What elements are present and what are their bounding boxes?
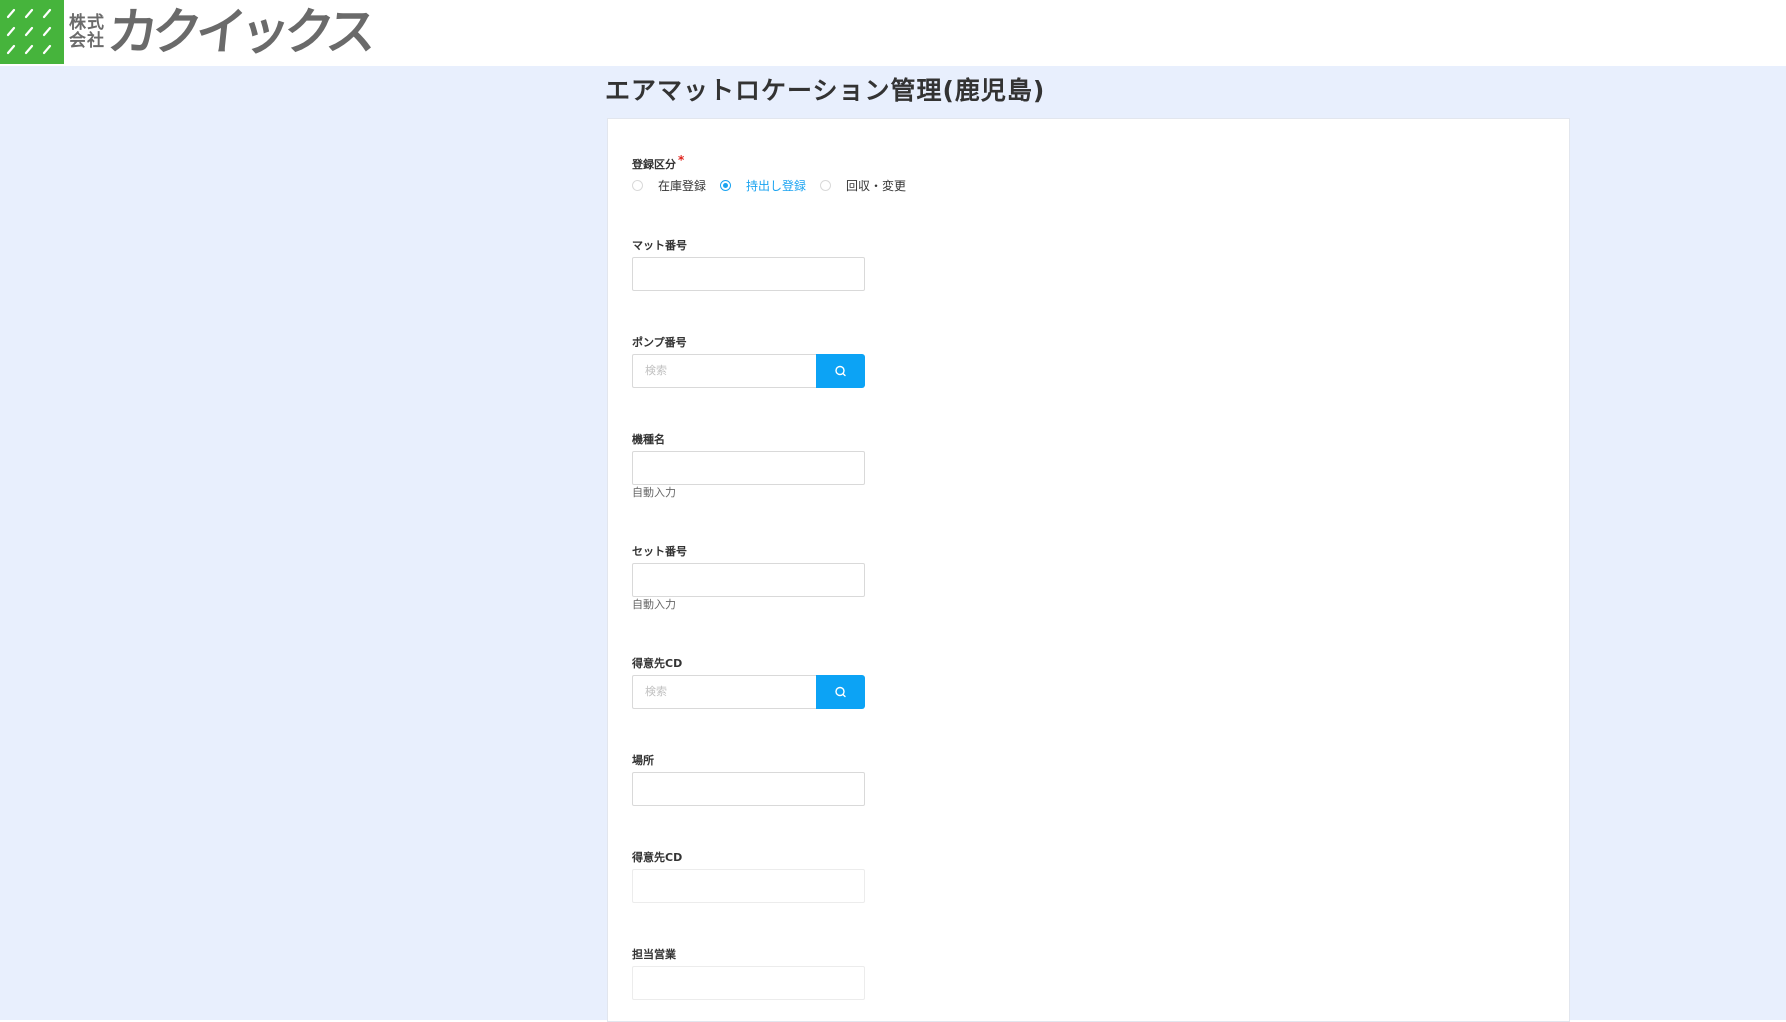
- customer-cd-search: 検索: [632, 675, 865, 709]
- logo-company-type: 株式 会社: [69, 14, 105, 50]
- radio-label: 持出し登録: [746, 178, 807, 193]
- pump-number-search-button[interactable]: [816, 354, 865, 388]
- search-icon: [835, 365, 846, 377]
- set-number-help: 自動入力: [632, 598, 676, 611]
- radio-button[interactable]: [820, 179, 832, 191]
- registration-type-label: 登録区分 *: [632, 153, 685, 172]
- radio-button[interactable]: [632, 179, 643, 191]
- registration-type-label-text: 登録区分: [632, 158, 676, 171]
- radio-label: 在庫登録: [658, 178, 707, 193]
- required-mark: *: [678, 153, 685, 167]
- radio-button-checked[interactable]: [720, 179, 732, 191]
- pump-number-search: 検索: [632, 354, 865, 388]
- customer-cd-2-label: 得意先CD: [632, 851, 683, 864]
- set-number-input[interactable]: [632, 563, 865, 597]
- logo-small-line2: 会社: [69, 31, 105, 51]
- logo-mark-icon: [0, 0, 64, 64]
- mat-number-input[interactable]: [632, 257, 865, 291]
- model-name-help: 自動入力: [632, 486, 676, 499]
- logo-text: カクイックス: [104, 3, 374, 61]
- search-icon: [835, 686, 846, 698]
- pump-number-label: ポンプ番号: [632, 336, 687, 349]
- radio-option-stock[interactable]: 在庫登録: [632, 177, 706, 194]
- location-input[interactable]: [632, 772, 865, 806]
- form-card: 登録区分 * 在庫登録 持出し登録 回収・変更 マット番号 ポンプ番号 検索 機種…: [607, 118, 1570, 1022]
- model-name-input[interactable]: [632, 451, 865, 485]
- model-name-label: 機種名: [632, 433, 665, 446]
- set-number-label: セット番号: [632, 545, 687, 558]
- logo-small-line1: 株式: [69, 13, 105, 33]
- registration-type-radio-group: 在庫登録 持出し登録 回収・変更: [632, 176, 920, 194]
- radio-option-collect[interactable]: 回収・変更: [820, 177, 906, 194]
- location-label: 場所: [632, 754, 654, 767]
- customer-cd-search-button[interactable]: [816, 675, 865, 709]
- page-title: エアマットロケーション管理(鹿児島): [605, 76, 1046, 105]
- pump-number-search-input[interactable]: 検索: [632, 354, 817, 388]
- customer-cd-label: 得意先CD: [632, 657, 683, 670]
- mat-number-label: マット番号: [632, 239, 687, 252]
- customer-cd-search-input[interactable]: 検索: [632, 675, 817, 709]
- radio-option-takeout[interactable]: 持出し登録: [720, 177, 806, 194]
- sales-rep-input[interactable]: [632, 966, 865, 1000]
- header: 株式 会社 カクイックス: [0, 0, 1786, 66]
- radio-label: 回収・変更: [846, 178, 907, 193]
- customer-cd-2-input[interactable]: [632, 869, 865, 903]
- sales-rep-label: 担当営業: [632, 948, 676, 961]
